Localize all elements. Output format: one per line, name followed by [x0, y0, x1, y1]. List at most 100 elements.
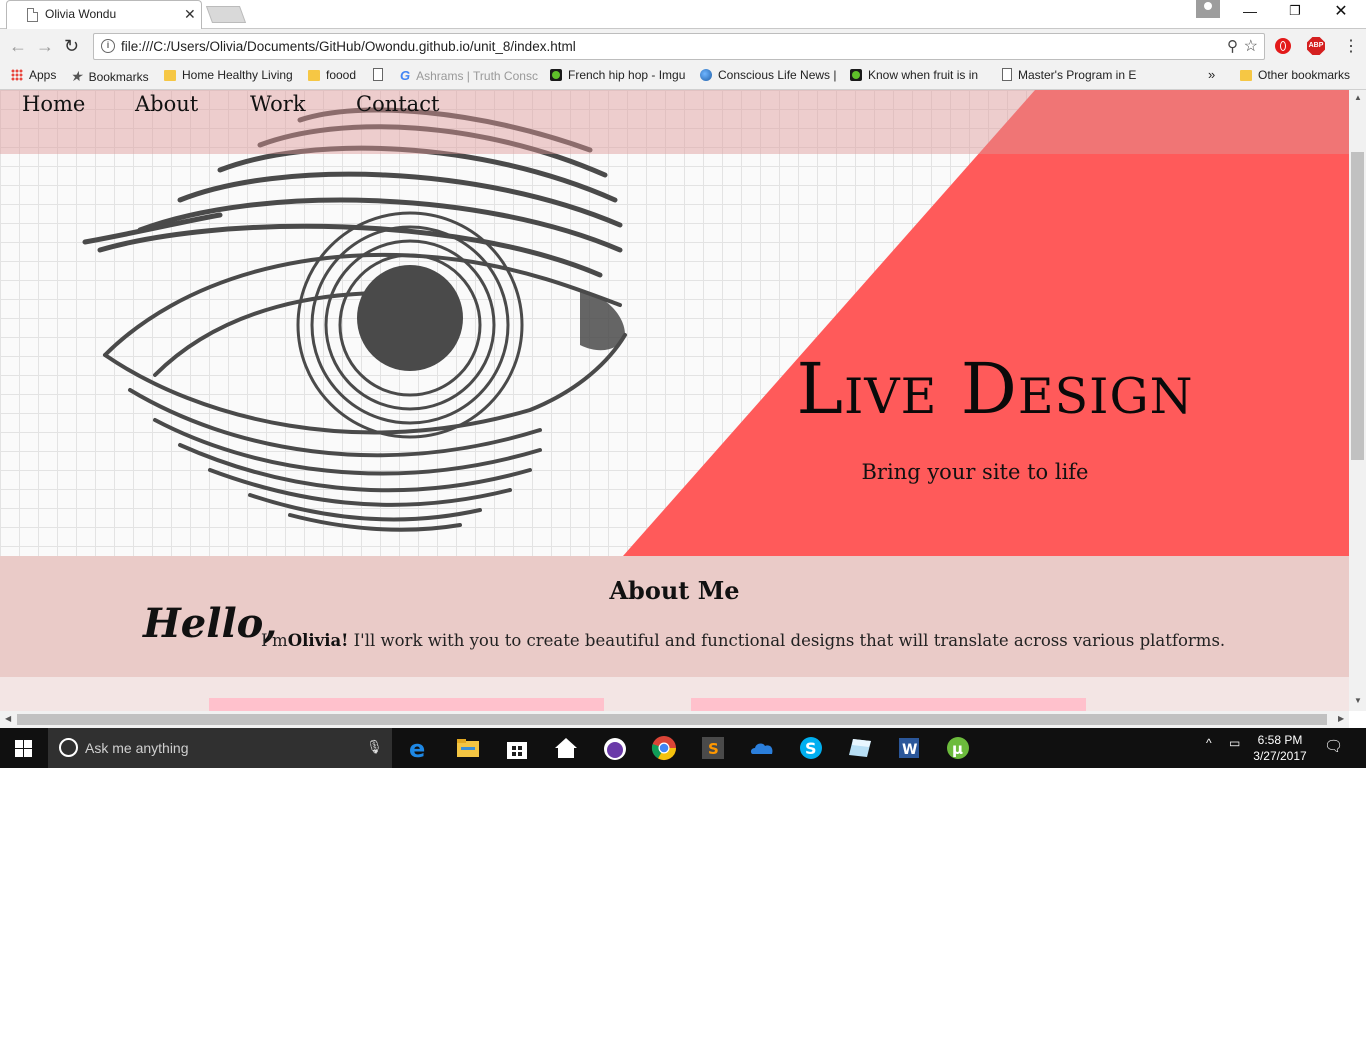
- page-favicon-icon: [27, 8, 38, 22]
- zoom-icon[interactable]: ⚲: [1227, 37, 1238, 55]
- page-icon: [1002, 68, 1012, 81]
- page-viewport: Home About Work Contact Live Design Brin…: [0, 90, 1349, 711]
- info-icon[interactable]: i: [101, 39, 115, 53]
- bookmark-page[interactable]: [373, 68, 389, 82]
- nav-about-link[interactable]: About: [135, 92, 198, 116]
- about-section: About Me Hello, I'mOlivia! I'll work wit…: [0, 556, 1349, 677]
- bookmark-french-hip-hop[interactable]: French hip hop - Imgu: [550, 68, 685, 82]
- word-icon[interactable]: W: [896, 735, 922, 761]
- bookmark-label: Apps: [29, 68, 57, 82]
- hero-title: Live Design: [796, 348, 1194, 430]
- back-arrow-icon[interactable]: ←: [9, 36, 27, 57]
- bookmark-label: Know when fruit is in: [868, 68, 979, 82]
- bookmark-label: Conscious Life News |: [718, 68, 837, 82]
- about-prefix: I'm: [261, 631, 288, 650]
- bookmark-apps[interactable]: Apps: [11, 68, 56, 82]
- bookmark-star-icon[interactable]: ☆: [1244, 36, 1258, 56]
- folder-icon: [1240, 70, 1252, 81]
- microphone-icon[interactable]: 🎙: [366, 739, 383, 755]
- file-explorer-icon[interactable]: [455, 735, 481, 761]
- cat-app-icon[interactable]: [602, 735, 628, 761]
- svg-text:e: e: [409, 735, 425, 761]
- sublime-icon[interactable]: S: [700, 735, 726, 761]
- new-tab-button[interactable]: [205, 6, 247, 23]
- windows-taskbar: Ask me anything 🎙 e S S W µ ^ ▭ 6:58 PM …: [0, 728, 1366, 768]
- bookmark-home-healthy-living[interactable]: Home Healthy Living: [164, 68, 293, 82]
- address-bar[interactable]: i file:///C:/Users/Olivia/Documents/GitH…: [93, 33, 1265, 60]
- browser-tab[interactable]: Olivia Wondu ✕: [6, 0, 202, 29]
- opera-extension-icon[interactable]: [1275, 38, 1291, 54]
- restore-button[interactable]: ❐: [1285, 3, 1305, 19]
- reload-icon[interactable]: ↻: [64, 36, 79, 57]
- scroll-down-icon[interactable]: ▼: [1354, 696, 1362, 705]
- vertical-scrollbar[interactable]: ▲ ▼: [1349, 90, 1366, 711]
- scroll-left-icon[interactable]: ◀: [5, 714, 11, 723]
- adblock-extension-icon[interactable]: ABP: [1307, 37, 1325, 55]
- profile-icon[interactable]: [1196, 0, 1220, 18]
- utorrent-icon[interactable]: µ: [945, 735, 971, 761]
- vertical-scroll-thumb[interactable]: [1351, 152, 1364, 460]
- glass-app-icon[interactable]: [847, 735, 873, 761]
- minimize-button[interactable]: —: [1240, 3, 1260, 19]
- taskbar-clock[interactable]: 6:58 PM 3/27/2017: [1250, 732, 1310, 764]
- green-dot-icon: [550, 69, 562, 81]
- nav-home-link[interactable]: Home: [22, 92, 85, 116]
- tray-chevron-icon[interactable]: ^: [1206, 736, 1212, 750]
- browser-toolbar: ← → ↻ i file:///C:/Users/Olivia/Document…: [0, 30, 1366, 64]
- tab-close-icon[interactable]: ✕: [184, 6, 196, 23]
- bookmark-know-when-fruit[interactable]: Know when fruit is in: [850, 68, 978, 82]
- skype-icon[interactable]: S: [798, 735, 824, 761]
- store-icon[interactable]: [504, 735, 530, 761]
- hero-subtitle: Bring your site to life: [861, 460, 1089, 484]
- eye-illustration: [82, 107, 627, 532]
- bookmark-masters-program[interactable]: Master's Program in E: [1002, 68, 1136, 82]
- about-name: Olivia!: [287, 631, 349, 650]
- browser-menu-icon[interactable]: ⋮: [1343, 36, 1359, 56]
- svg-text:S: S: [805, 739, 817, 758]
- bookmark-foood[interactable]: foood: [308, 68, 356, 82]
- url-text[interactable]: file:///C:/Users/Olivia/Documents/GitHub…: [121, 39, 576, 54]
- top-navigation: Home About Work Contact: [0, 90, 1349, 154]
- other-bookmarks[interactable]: Other bookmarks: [1240, 68, 1350, 82]
- bookmark-label: foood: [326, 68, 357, 82]
- bookmark-bookmarks[interactable]: ★ Bookmarks: [70, 68, 149, 84]
- star-icon: ★: [70, 68, 83, 84]
- work-card[interactable]: [209, 698, 604, 711]
- bookmark-conscious-life-news[interactable]: Conscious Life News |: [700, 68, 837, 82]
- bookmark-label: Master's Program in E: [1018, 68, 1137, 82]
- start-windows-icon[interactable]: [15, 740, 32, 757]
- page-icon: [373, 68, 383, 81]
- action-center-icon[interactable]: 🗨: [1324, 737, 1343, 755]
- tab-strip: Olivia Wondu ✕ — ❐ ✕: [0, 0, 1366, 29]
- nav-contact-link[interactable]: Contact: [356, 92, 439, 116]
- bookmark-ashrams[interactable]: G Ashrams | Truth Consc: [400, 68, 538, 83]
- forward-arrow-icon[interactable]: →: [36, 36, 54, 57]
- close-window-button[interactable]: ✕: [1331, 1, 1351, 21]
- clock-date: 3/27/2017: [1253, 749, 1307, 763]
- browser-chrome: Olivia Wondu ✕ — ❐ ✕ ← → ↻ i file:///C:/…: [0, 0, 1366, 90]
- globe-icon: [700, 69, 712, 81]
- taskbar-search-box[interactable]: Ask me anything 🎙: [48, 728, 392, 768]
- bookmark-label: Bookmarks: [88, 70, 149, 84]
- bookmarks-overflow-button[interactable]: »: [1208, 67, 1215, 82]
- svg-text:S: S: [708, 740, 719, 758]
- bookmark-label: Home Healthy Living: [182, 68, 293, 82]
- clock-time: 6:58 PM: [1257, 733, 1303, 747]
- horizontal-scroll-thumb[interactable]: [17, 714, 1327, 725]
- folder-icon: [164, 70, 176, 81]
- scroll-right-icon[interactable]: ▶: [1338, 714, 1344, 723]
- bookmark-label: Other bookmarks: [1258, 68, 1351, 82]
- horizontal-scrollbar[interactable]: ◀ ▶: [0, 711, 1349, 728]
- home-icon[interactable]: [553, 735, 579, 761]
- search-placeholder[interactable]: Ask me anything: [85, 740, 189, 756]
- nav-work-link[interactable]: Work: [250, 92, 306, 116]
- work-card[interactable]: [691, 698, 1086, 711]
- about-rest: I'll work with you to create beautiful a…: [348, 631, 1226, 650]
- cortana-icon[interactable]: [59, 738, 78, 757]
- bookmarks-bar: Apps ★ Bookmarks Home Healthy Living fooo…: [0, 64, 1366, 90]
- chrome-icon[interactable]: [651, 735, 677, 761]
- scroll-up-icon[interactable]: ▲: [1354, 93, 1362, 102]
- network-icon[interactable]: ▭: [1229, 736, 1240, 750]
- edge-icon[interactable]: e: [406, 735, 432, 761]
- onedrive-icon[interactable]: [749, 735, 775, 761]
